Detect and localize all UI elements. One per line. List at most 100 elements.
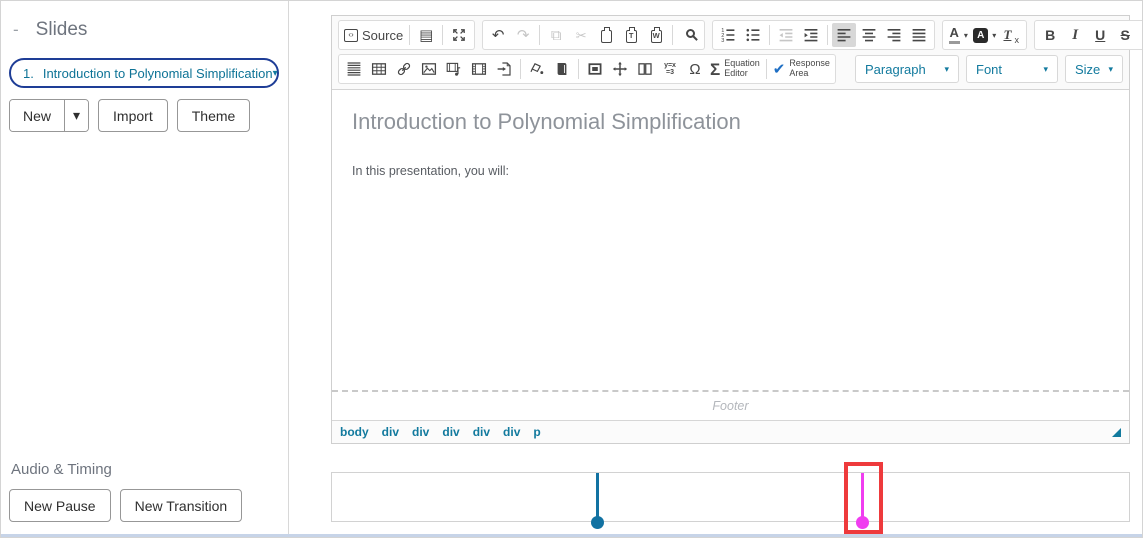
align-justify-icon	[911, 27, 927, 43]
editor-toolbar: ‹› Source ▤ ↶ ↷ ⧉	[332, 16, 1129, 90]
insert-video-button[interactable]	[467, 57, 491, 81]
slide-number: 1.	[23, 66, 34, 81]
slide-footer-zone[interactable]: Footer	[332, 390, 1129, 420]
numbered-list-button[interactable]	[716, 23, 740, 47]
equation-editor-button[interactable]: Σ EquationEditor	[708, 57, 762, 81]
path-item-div[interactable]: div	[412, 425, 429, 439]
paragraph-format-dropdown[interactable]: Paragraph ▾	[855, 55, 959, 83]
columns-button[interactable]	[633, 57, 657, 81]
special-character-button[interactable]: Ω	[683, 57, 707, 81]
slide-selector-dropdown[interactable]: 1. Introduction to Polynomial Simplifica…	[9, 58, 279, 88]
glossary-button[interactable]	[550, 57, 574, 81]
chevron-down-icon: ▾	[1035, 64, 1048, 75]
maximize-icon	[451, 27, 467, 43]
import-button[interactable]: Import	[98, 99, 168, 132]
chevron-down-icon: ▾	[964, 31, 968, 40]
slide-actions: New ▾ Import Theme	[9, 99, 288, 132]
align-right-button[interactable]	[882, 23, 906, 47]
move-tool-button[interactable]	[608, 57, 632, 81]
path-item-p[interactable]: p	[533, 425, 540, 439]
insert-image-button[interactable]	[417, 57, 441, 81]
book-icon	[554, 61, 570, 77]
collapse-slides-button[interactable]: -	[13, 20, 19, 40]
image-icon	[421, 61, 437, 77]
underline-button[interactable]: U	[1088, 23, 1112, 47]
toolbar-row-1: ‹› Source ▤ ↶ ↷ ⧉	[338, 20, 1123, 50]
resize-handle[interactable]	[1112, 428, 1121, 437]
redo-icon: ↷	[517, 28, 530, 43]
paste-from-word-button[interactable]: W	[644, 23, 668, 47]
copy-button[interactable]: ⧉	[544, 23, 568, 47]
italic-button[interactable]: I	[1063, 23, 1087, 47]
bulleted-list-button[interactable]	[741, 23, 765, 47]
marker-line	[861, 473, 864, 519]
size-dropdown[interactable]: Size ▾	[1065, 55, 1123, 83]
bold-button[interactable]: B	[1038, 23, 1062, 47]
response-area-button[interactable]: ✔ ResponseArea	[771, 57, 832, 81]
paste-icon	[601, 30, 612, 43]
div-container-button[interactable]	[583, 57, 607, 81]
theme-button[interactable]: Theme	[177, 99, 251, 132]
cut-icon: ✂	[576, 29, 587, 42]
find-replace-button[interactable]	[677, 23, 701, 47]
line-height-button[interactable]	[342, 57, 366, 81]
slide-paragraph[interactable]: In this presentation, you will:	[352, 164, 1109, 178]
ink-tool-button[interactable]	[525, 57, 549, 81]
marker-line	[596, 473, 599, 519]
text-color-button[interactable]: A ▾	[946, 23, 970, 47]
path-item-body[interactable]: body	[340, 425, 369, 439]
align-justify-button[interactable]	[907, 23, 931, 47]
redo-button[interactable]: ↷	[511, 23, 535, 47]
path-item-div[interactable]: div	[503, 425, 520, 439]
path-item-div[interactable]: div	[473, 425, 490, 439]
insert-table-button[interactable]	[367, 57, 391, 81]
align-left-button[interactable]	[832, 23, 856, 47]
align-center-button[interactable]	[857, 23, 881, 47]
insert-link-button[interactable]	[392, 57, 416, 81]
audio-timing-title: Audio & Timing	[11, 461, 288, 478]
path-item-div[interactable]: div	[442, 425, 459, 439]
chevron-down-icon: ▾	[273, 68, 278, 79]
remove-format-button[interactable]: T x	[999, 23, 1023, 47]
chevron-down-icon: ▾	[992, 31, 996, 40]
outdent-button[interactable]	[774, 23, 798, 47]
cut-button[interactable]: ✂	[569, 23, 593, 47]
bottom-accent-strip	[1, 534, 1142, 537]
marker-dot[interactable]	[591, 516, 604, 529]
background-color-button[interactable]: A ▾	[971, 23, 998, 47]
div-container-icon	[587, 61, 603, 77]
chevron-down-icon: ▾	[936, 64, 949, 75]
paste-as-text-button[interactable]: T	[619, 23, 643, 47]
editor-content-area[interactable]: Introduction to Polynomial Simplificatio…	[332, 90, 1129, 390]
timeline-track[interactable]	[331, 472, 1130, 522]
indent-button[interactable]	[799, 23, 823, 47]
ink-icon	[529, 61, 545, 77]
show-blocks-button[interactable]: ▤	[414, 23, 438, 47]
marker-dot[interactable]	[856, 516, 869, 529]
undo-button[interactable]: ↶	[486, 23, 510, 47]
search-icon	[686, 29, 695, 38]
background-color-icon: A	[973, 28, 988, 43]
new-slide-button[interactable]: New	[10, 100, 64, 131]
checkmark-icon: ✔	[773, 62, 786, 77]
subscript-button[interactable]: x2	[1138, 23, 1143, 47]
insert-document-button[interactable]	[492, 57, 516, 81]
path-item-div[interactable]: div	[382, 425, 399, 439]
new-slide-split-button: New ▾	[9, 99, 89, 132]
math-substitution-icon: y=x=3	[664, 62, 676, 77]
maximize-button[interactable]	[447, 23, 471, 47]
new-pause-button[interactable]: New Pause	[9, 489, 111, 522]
element-path-bar: body div div div div div p	[332, 420, 1129, 443]
audio-timing-section: Audio & Timing New Pause New Transition	[1, 461, 288, 522]
paste-button[interactable]	[594, 23, 618, 47]
new-transition-button[interactable]: New Transition	[120, 489, 243, 522]
table-icon	[371, 61, 387, 77]
source-button[interactable]: ‹› Source	[342, 23, 405, 47]
new-slide-dropdown-button[interactable]: ▾	[64, 100, 88, 131]
font-dropdown[interactable]: Font ▾	[966, 55, 1058, 83]
align-left-icon	[836, 27, 852, 43]
insert-media-button[interactable]	[442, 57, 466, 81]
strikethrough-button[interactable]: S	[1113, 23, 1137, 47]
math-substitution-button[interactable]: y=x=3	[658, 57, 682, 81]
slide-heading[interactable]: Introduction to Polynomial Simplificatio…	[352, 109, 1109, 135]
